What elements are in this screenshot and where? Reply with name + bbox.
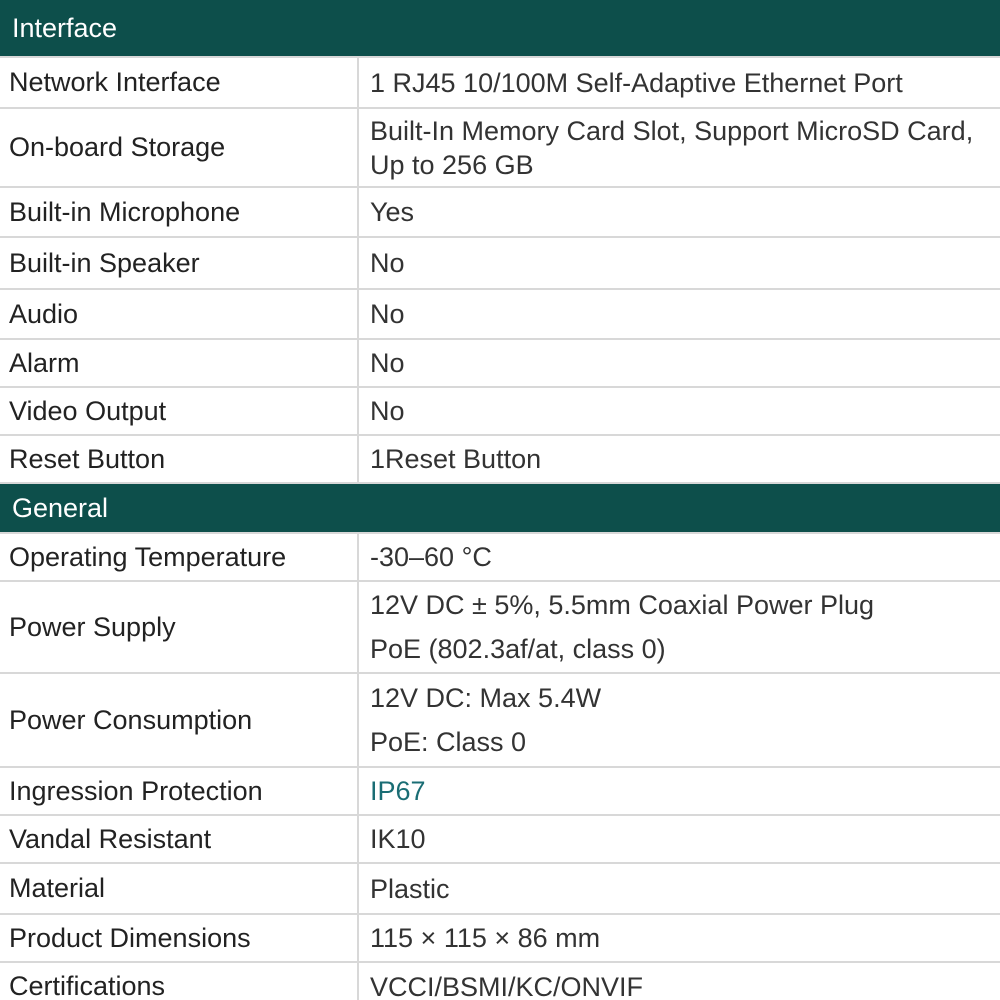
row-label: Certifications <box>0 963 359 1000</box>
section-title: Interface <box>12 12 118 43</box>
table-row: Vandal Resistant IK10 <box>0 816 1000 864</box>
row-label: Power Consumption <box>0 674 359 766</box>
value-line: IK10 <box>370 824 426 854</box>
value-line: No <box>370 299 405 329</box>
row-label: Operating Temperature <box>0 534 359 580</box>
table-row: Reset Button 1Reset Button <box>0 436 1000 484</box>
table-row: Operating Temperature -30–60 °C <box>0 534 1000 582</box>
row-label: Power Supply <box>0 582 359 672</box>
row-label: Alarm <box>0 340 359 386</box>
row-label: Audio <box>0 290 359 338</box>
table-row: Certifications VCCI/BSMI/KC/ONVIF <box>0 963 1000 1000</box>
row-value: No <box>359 238 1000 288</box>
row-value: No <box>359 290 1000 338</box>
value-line: No <box>370 348 405 378</box>
row-label: Ingression Protection <box>0 768 359 814</box>
value-line: Built-In Memory Card Slot, Support Micro… <box>370 115 974 146</box>
table-row: Audio No <box>0 290 1000 340</box>
row-label: Product Dimensions <box>0 915 359 961</box>
row-value: 12V DC: Max 5.4W PoE: Class 0 <box>359 674 1000 766</box>
value-line: PoE: Class 0 <box>370 727 527 757</box>
row-label: Video Output <box>0 388 359 434</box>
table-row: Network Interface 1 RJ45 10/100M Self-Ad… <box>0 58 1000 109</box>
row-value: 115 × 115 × 86 mm <box>359 915 1000 961</box>
value-line: 115 × 115 × 86 mm <box>370 923 601 953</box>
table-row: Alarm No <box>0 340 1000 388</box>
row-value: Built-In Memory Card Slot, Support Micro… <box>359 109 1000 186</box>
row-label: Built-in Microphone <box>0 188 359 236</box>
value-line: PoE (802.3af/at, class 0) <box>370 634 666 664</box>
value-line: No <box>370 396 405 426</box>
value-line: VCCI/BSMI/KC/ONVIF <box>370 971 644 1000</box>
table-row: On-board Storage Built-In Memory Card Sl… <box>0 109 1000 188</box>
row-value: VCCI/BSMI/KC/ONVIF <box>359 963 1000 1000</box>
table-row: Video Output No <box>0 388 1000 436</box>
row-value: IP67 <box>359 768 1000 814</box>
row-label: Material <box>0 864 359 913</box>
row-value: 12V DC ± 5%, 5.5mm Coaxial Power Plug Po… <box>359 582 1000 672</box>
table-row: Built-in Microphone Yes <box>0 188 1000 238</box>
value-line: 12V DC: Max 5.4W <box>370 683 602 713</box>
table-row: Power Supply 12V DC ± 5%, 5.5mm Coaxial … <box>0 582 1000 674</box>
row-value: 1Reset Button <box>359 436 1000 482</box>
value-line: No <box>370 248 405 278</box>
row-label: On-board Storage <box>0 109 359 186</box>
row-value: 1 RJ45 10/100M Self-Adaptive Ethernet Po… <box>359 58 1000 107</box>
spec-table: Interface Network Interface 1 RJ45 10/10… <box>0 0 1000 1000</box>
section-header-general: General <box>0 484 1000 534</box>
table-row: Material Plastic <box>0 864 1000 915</box>
table-row: Built-in Speaker No <box>0 238 1000 290</box>
table-row: Power Consumption 12V DC: Max 5.4W PoE: … <box>0 674 1000 768</box>
row-label: Network Interface <box>0 58 359 107</box>
row-value: Plastic <box>359 864 1000 913</box>
row-value: No <box>359 340 1000 386</box>
row-label: Vandal Resistant <box>0 816 359 862</box>
value-line: 1 RJ45 10/100M Self-Adaptive Ethernet Po… <box>370 67 903 98</box>
value-line: Plastic <box>370 873 450 904</box>
row-value: -30–60 °C <box>359 534 1000 580</box>
table-row: Product Dimensions 115 × 115 × 86 mm <box>0 915 1000 963</box>
value-line: IP67 <box>370 776 426 806</box>
row-label: Built-in Speaker <box>0 238 359 288</box>
value-line: -30–60 °C <box>370 542 492 572</box>
value-line: Yes <box>370 197 415 227</box>
section-title: General <box>12 492 109 523</box>
value-line: Up to 256 GB <box>370 149 534 180</box>
table-row: Ingression Protection IP67 <box>0 768 1000 816</box>
row-label: Reset Button <box>0 436 359 482</box>
value-line: 12V DC ± 5%, 5.5mm Coaxial Power Plug <box>370 590 875 620</box>
value-line: 1Reset Button <box>370 444 542 474</box>
section-header-interface: Interface <box>0 0 1000 58</box>
row-value: IK10 <box>359 816 1000 862</box>
row-value: No <box>359 388 1000 434</box>
row-value: Yes <box>359 188 1000 236</box>
